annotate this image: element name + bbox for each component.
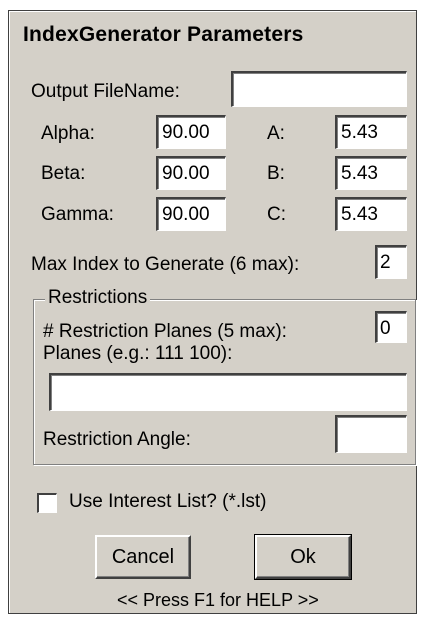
gamma-input[interactable]: 90.00 [156,197,226,231]
b-input[interactable]: 5.43 [335,156,407,190]
ok-button[interactable]: Ok [254,534,352,580]
a-input[interactable]: 5.43 [335,115,407,149]
alpha-label: Alpha: [41,123,95,144]
b-label: B: [267,163,285,184]
index-generator-dialog: IndexGenerator Parameters Output FileNam… [8,10,417,614]
dialog-title: IndexGenerator Parameters [23,23,304,46]
output-filename-label: Output FileName: [31,81,180,102]
interest-list-checkbox[interactable] [37,493,57,513]
alpha-input[interactable]: 90.00 [156,115,226,149]
max-index-label: Max Index to Generate (6 max): [31,254,300,275]
interest-list-label: Use Interest List? (*.lst) [69,491,267,512]
beta-label: Beta: [41,163,86,184]
restriction-angle-label: Restriction Angle: [43,429,191,450]
beta-input[interactable]: 90.00 [156,156,226,190]
gamma-label: Gamma: [41,204,114,225]
restrictions-group-label: Restrictions [45,287,151,309]
restriction-planes-count-input[interactable]: 0 [375,311,407,343]
c-label: C: [267,204,286,225]
cancel-button[interactable]: Cancel [95,535,191,579]
restriction-planes-count-label: # Restriction Planes (5 max): [43,321,287,342]
c-input[interactable]: 5.43 [335,197,407,231]
planes-label: Planes (e.g.: 111 100): [43,343,233,364]
output-filename-input[interactable] [231,71,407,107]
restriction-angle-input[interactable] [335,415,407,453]
help-hint: << Press F1 for HELP >> [117,590,319,610]
planes-input[interactable] [49,373,407,411]
max-index-input[interactable]: 2 [375,245,407,279]
a-label: A: [267,123,285,144]
